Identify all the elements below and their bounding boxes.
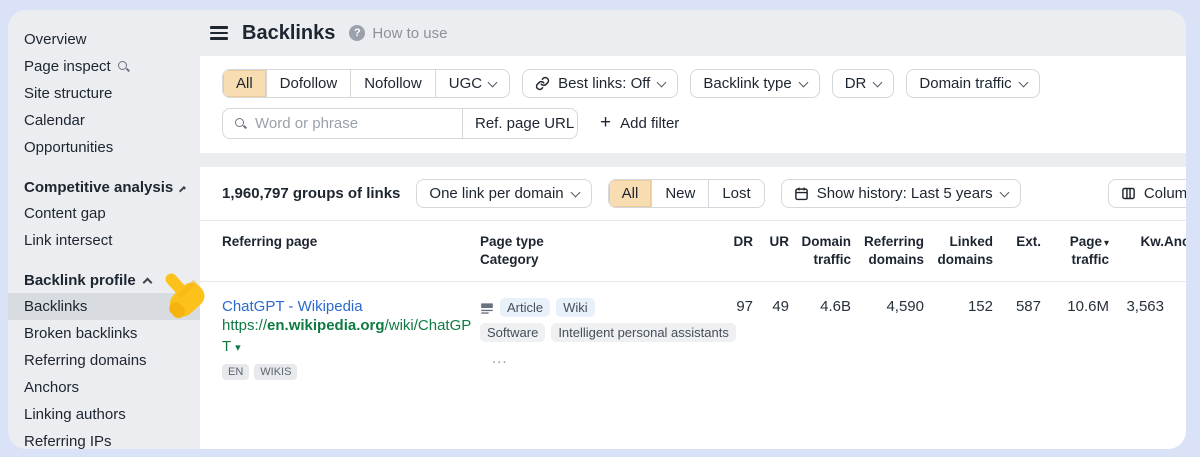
col-anchor[interactable]: Anchor [1164,233,1186,269]
col-page-type-category[interactable]: Page type Category [480,233,708,269]
sidebar-item-page-inspect[interactable]: Page inspect [8,53,200,80]
chevron-down-icon [999,187,1009,197]
col-ext[interactable]: Ext. [993,233,1041,269]
col-referring-page[interactable]: Referring page [222,233,480,269]
sidebar-item-referring-ips[interactable]: Referring IPs [8,428,200,449]
show-history-dropdown[interactable]: Show history: Last 5 years [781,179,1021,208]
page-type-tag: Article [500,298,550,317]
sidebar-item-broken-backlinks[interactable]: Broken backlinks [8,320,200,347]
show-more-button[interactable]: ... [480,350,694,367]
plus-icon: + [600,113,611,132]
table-row: ChatGPT - Wikipedia https://en.wikipedia… [200,282,1186,380]
kw-link[interactable]: 3,563 [1109,298,1164,380]
sidebar: Overview Page inspect Site structure Cal… [8,10,200,449]
domain-traffic-dropdown[interactable]: Domain traffic [906,69,1039,98]
referring-domains-link[interactable]: 4,590 [851,298,924,380]
article-icon [480,301,494,315]
scope-tab-all[interactable]: All [609,180,652,207]
sidebar-item-calendar[interactable]: Calendar [8,107,200,134]
dr-value: 97 [708,298,753,380]
best-links-dropdown[interactable]: Best links: Off [522,69,678,98]
chevron-down-icon [488,77,498,87]
hamburger-menu-icon[interactable] [210,32,228,34]
ur-value: 49 [753,298,789,380]
sidebar-item-linking-authors[interactable]: Linking authors [8,401,200,428]
chevron-up-icon [142,277,152,287]
sidebar-item-opportunities[interactable]: Opportunities [8,134,200,161]
filter-tab-nofollow[interactable]: Nofollow [350,70,435,97]
chevron-down-icon [873,77,883,87]
help-icon: ? [349,25,365,41]
col-kw[interactable]: Kw. [1109,233,1164,269]
main-area: Backlinks ? How to use All Dofollow Nofo… [200,10,1186,449]
page-title: Backlinks [242,22,335,45]
url-expand-caret-icon[interactable]: ▾ [235,342,241,354]
search-icon [117,60,130,73]
page-traffic-value: 10.6M [1041,298,1109,380]
sidebar-item-referring-domains[interactable]: Referring domains [8,347,200,374]
how-to-use-link[interactable]: ? How to use [349,25,447,42]
referring-page-url-link[interactable]: https://en.wikipedia.org/wiki/ChatGPT ▾ [222,316,480,357]
sidebar-item-link-intersect[interactable]: Link intersect [8,227,200,254]
domain-traffic-value: 4.6B [789,298,851,380]
filters-panel: All Dofollow Nofollow UGC Best links: Of… [200,56,1186,153]
filter-tab-all[interactable]: All [223,70,266,97]
group-tag: WIKIS [254,364,297,380]
chevron-down-icon [798,77,808,87]
scope-segmented: All New Lost [608,179,765,208]
referring-page-cell: ChatGPT - Wikipedia https://en.wikipedia… [222,298,480,380]
backlinks-table: Referring page Page type Category DR UR … [200,220,1186,380]
page-header: Backlinks ? How to use [200,10,1186,56]
chevron-up-icon [179,186,186,193]
table-header-row: Referring page Page type Category DR UR … [200,220,1186,282]
add-filter-button[interactable]: + Add filter [600,115,679,132]
sidebar-section-backlink-profile[interactable]: Backlink profile [8,268,200,293]
columns-icon [1121,186,1136,201]
ref-page-url-dropdown[interactable]: Ref. page URL [462,109,578,138]
category-tag: Software [480,323,545,342]
sidebar-item-overview[interactable]: Overview [8,26,200,53]
columns-button[interactable]: Columns [1108,179,1186,208]
search-input[interactable] [255,109,462,138]
page-type-tag: Wiki [556,298,595,317]
sidebar-section-competitive-analysis[interactable]: Competitive analysis [8,175,200,200]
sidebar-item-content-gap[interactable]: Content gap [8,200,200,227]
results-toolbar: 1,960,797 groups of links One link per d… [200,167,1186,220]
chevron-down-icon [657,77,667,87]
linked-domains-link[interactable]: 152 [924,298,993,380]
filter-dropdown-ugc[interactable]: UGC [435,70,509,97]
app-window: Overview Page inspect Site structure Cal… [8,10,1186,449]
results-count: 1,960,797 groups of links [222,185,400,202]
referring-page-title-link[interactable]: ChatGPT - Wikipedia [222,298,480,315]
follow-filter-segmented: All Dofollow Nofollow UGC [222,69,510,98]
scope-tab-lost[interactable]: Lost [708,180,763,207]
word-phrase-search-group: Ref. page URL [222,108,578,139]
results-panel: 1,960,797 groups of links One link per d… [200,167,1186,449]
search-field-wrap [223,109,462,138]
col-ur[interactable]: UR [753,233,789,269]
chevron-down-icon [1018,77,1028,87]
calendar-icon [794,186,809,201]
link-icon [535,76,550,91]
filter-tab-dofollow[interactable]: Dofollow [266,70,351,97]
col-referring-domains[interactable]: Referring domains [851,233,924,269]
dr-filter-dropdown[interactable]: DR [832,69,895,98]
backlink-type-dropdown[interactable]: Backlink type [690,69,819,98]
ext-link[interactable]: 587 [993,298,1041,380]
link-mode-dropdown[interactable]: One link per domain [416,179,591,208]
col-page-traffic[interactable]: Page▾ traffic [1041,233,1109,269]
chevron-down-icon [570,187,580,197]
lang-tag: EN [222,364,249,380]
col-dr[interactable]: DR [708,233,753,269]
col-linked-domains[interactable]: Linked domains [924,233,993,269]
sidebar-item-backlinks[interactable]: Backlinks [8,293,200,320]
sidebar-item-site-structure[interactable]: Site structure [8,80,200,107]
page-type-category-cell: Article Wiki Software Intelligent person… [480,298,708,380]
sidebar-item-anchors[interactable]: Anchors [8,374,200,401]
col-domain-traffic[interactable]: Domain traffic [789,233,851,269]
scope-tab-new[interactable]: New [651,180,708,207]
search-icon [234,117,247,130]
anchor-cell [1164,298,1186,380]
